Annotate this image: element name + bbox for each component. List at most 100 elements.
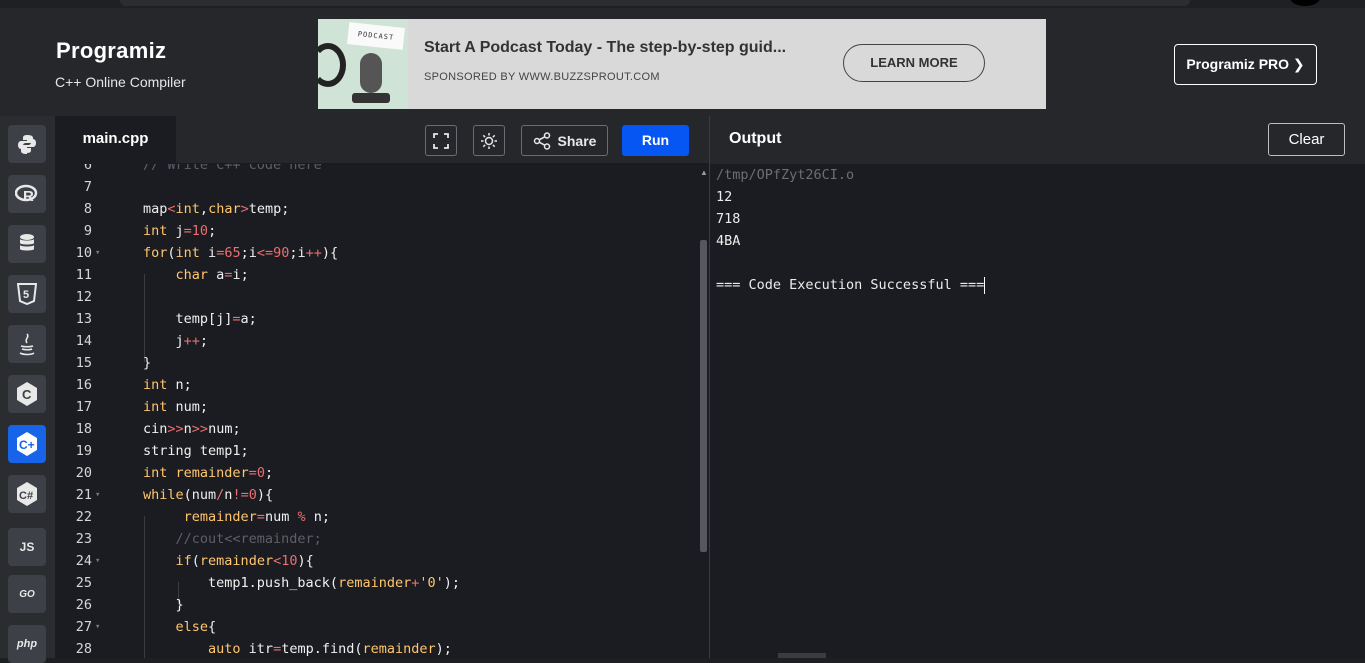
- scroll-up-arrow[interactable]: ▲: [700, 168, 708, 177]
- code-line[interactable]: 16 int n;: [55, 374, 709, 396]
- code-text: temp1.push_back(remainder+'0');: [143, 575, 461, 591]
- output-title: Output: [729, 130, 782, 147]
- editor-scrollbar[interactable]: [700, 240, 707, 552]
- share-button[interactable]: Share: [521, 125, 608, 156]
- code-line[interactable]: 27 ▾ else{: [55, 616, 709, 638]
- code-text: }: [143, 597, 184, 613]
- code-line[interactable]: 28 auto itr=temp.find(remainder);: [55, 638, 709, 658]
- c-icon[interactable]: C: [8, 375, 46, 413]
- programiz-pro-button[interactable]: Programiz PRO ❯: [1174, 44, 1317, 85]
- cpp-icon[interactable]: C+: [8, 425, 46, 463]
- output-line: 718: [716, 211, 741, 227]
- js-icon[interactable]: JS: [8, 528, 46, 566]
- code-line[interactable]: 9 int j=10;: [55, 220, 709, 242]
- fullscreen-icon: [433, 132, 449, 149]
- output-panel[interactable]: /tmp/OPfZyt26CI.o 12 718 4BA === Code Ex…: [709, 164, 1365, 658]
- code-line[interactable]: 15}: [55, 352, 709, 374]
- fold-arrow-icon[interactable]: ▾: [95, 484, 100, 506]
- fold-arrow-icon[interactable]: ▾: [95, 242, 100, 264]
- code-line[interactable]: 23 //cout<<remainder;: [55, 528, 709, 550]
- cpp-label: C+: [19, 438, 35, 452]
- line-number: 20: [75, 465, 92, 481]
- line-number: 9: [83, 223, 92, 239]
- browser-top-strip: [0, 0, 1365, 8]
- code-text: int j=10;: [143, 223, 217, 239]
- code-line[interactable]: 6 // Write C++ code here: [55, 164, 709, 176]
- code-text: for(int i=65;i<=90;i++){: [143, 245, 339, 261]
- r-icon[interactable]: R: [8, 175, 46, 213]
- language-sidebar: R 5 C C+ C# JS GO php: [0, 116, 55, 663]
- r-letter: R: [23, 188, 34, 204]
- code-line[interactable]: 19 string temp1;: [55, 440, 709, 462]
- code-text: else{: [175, 619, 217, 635]
- output-header: Output Clear: [709, 116, 1365, 164]
- java-icon[interactable]: [8, 325, 46, 363]
- code-line[interactable]: 24 ▾ if(remainder<10){: [55, 550, 709, 572]
- horizontal-scrollbar[interactable]: [778, 653, 826, 658]
- code-line[interactable]: 10 ▾ for(int i=65;i<=90;i++){: [55, 242, 709, 264]
- sun-icon: [481, 132, 497, 149]
- learn-more-button[interactable]: LEARN MORE: [843, 44, 985, 82]
- line-number: 19: [75, 443, 92, 459]
- line-number: 24: [75, 553, 92, 569]
- line-number: 12: [75, 289, 92, 305]
- advertisement-banner[interactable]: PODCAST Start A Podcast Today - The step…: [318, 19, 1046, 109]
- code-line[interactable]: 12: [55, 286, 709, 308]
- code-line[interactable]: 14 j++;: [55, 330, 709, 352]
- programiz-logo[interactable]: Programiz: [56, 38, 166, 64]
- code-line[interactable]: 11 char a=i;: [55, 264, 709, 286]
- fullscreen-button[interactable]: [425, 125, 457, 156]
- php-icon[interactable]: php: [8, 625, 46, 663]
- line-number: 26: [75, 597, 92, 613]
- output-line: 4BA: [716, 233, 741, 249]
- ad-title[interactable]: Start A Podcast Today - The step-by-step…: [424, 39, 786, 57]
- python-icon[interactable]: [8, 125, 46, 163]
- code-line[interactable]: 22 remainder=num % n;: [55, 506, 709, 528]
- line-number: 16: [75, 377, 92, 393]
- code-text: auto itr=temp.find(remainder);: [208, 641, 452, 657]
- clear-button[interactable]: Clear: [1268, 123, 1345, 156]
- line-number: 28: [75, 641, 92, 657]
- execution-status-text: === Code Execution Successful ===: [716, 277, 985, 293]
- editor-toolbar: main.cpp Share Run: [55, 116, 709, 164]
- mic-stand: [352, 93, 390, 103]
- tab-main-cpp[interactable]: main.cpp: [55, 116, 176, 164]
- code-text: while(num/n!=0){: [143, 487, 274, 503]
- run-button[interactable]: Run: [622, 125, 689, 156]
- text-cursor: [984, 276, 986, 294]
- code-line[interactable]: 21 ▾ while(num/n!=0){: [55, 484, 709, 506]
- code-line[interactable]: 8 map<int,char>temp;: [55, 198, 709, 220]
- code-line[interactable]: 18 cin>>n>>num;: [55, 418, 709, 440]
- code-line[interactable]: 20 int remainder=0;: [55, 462, 709, 484]
- code-text: int remainder=0;: [143, 465, 274, 481]
- code-editor[interactable]: 6 // Write C++ code here 7 8 map<int,char>te…: [55, 164, 709, 658]
- line-number: 7: [83, 179, 92, 195]
- csharp-icon[interactable]: C#: [8, 475, 46, 513]
- code-text: j++;: [143, 333, 209, 349]
- code-text: //cout<<remainder;: [175, 531, 322, 547]
- line-number: 13: [75, 311, 92, 327]
- line-number: 15: [75, 355, 92, 371]
- html5-icon[interactable]: 5: [8, 275, 46, 313]
- code-text: int num;: [143, 399, 209, 415]
- fold-arrow-icon[interactable]: ▾: [95, 616, 100, 638]
- line-number: 21: [75, 487, 92, 503]
- code-text: remainder=num % n;: [183, 509, 330, 525]
- line-number: 27: [75, 619, 92, 635]
- theme-toggle-button[interactable]: [473, 125, 505, 156]
- site-header: Programiz C++ Online Compiler PODCAST St…: [0, 8, 1365, 116]
- database-icon[interactable]: [8, 225, 46, 263]
- code-text: char a=i;: [175, 267, 249, 283]
- fold-arrow-icon[interactable]: ▾: [95, 550, 100, 572]
- code-text: cin>>n>>num;: [143, 421, 241, 437]
- output-path: /tmp/OPfZyt26CI.o: [716, 167, 855, 183]
- code-line[interactable]: 17 int num;: [55, 396, 709, 418]
- code-text: }: [143, 355, 152, 371]
- code-line[interactable]: 25 temp1.push_back(remainder+'0');: [55, 572, 709, 594]
- go-icon[interactable]: GO: [8, 575, 46, 613]
- code-line[interactable]: 26 }: [55, 594, 709, 616]
- podcast-image: PODCAST: [318, 19, 408, 109]
- code-text: if(remainder<10){: [175, 553, 314, 569]
- code-line[interactable]: 13 temp[j]=a;: [55, 308, 709, 330]
- code-line[interactable]: 7: [55, 176, 709, 198]
